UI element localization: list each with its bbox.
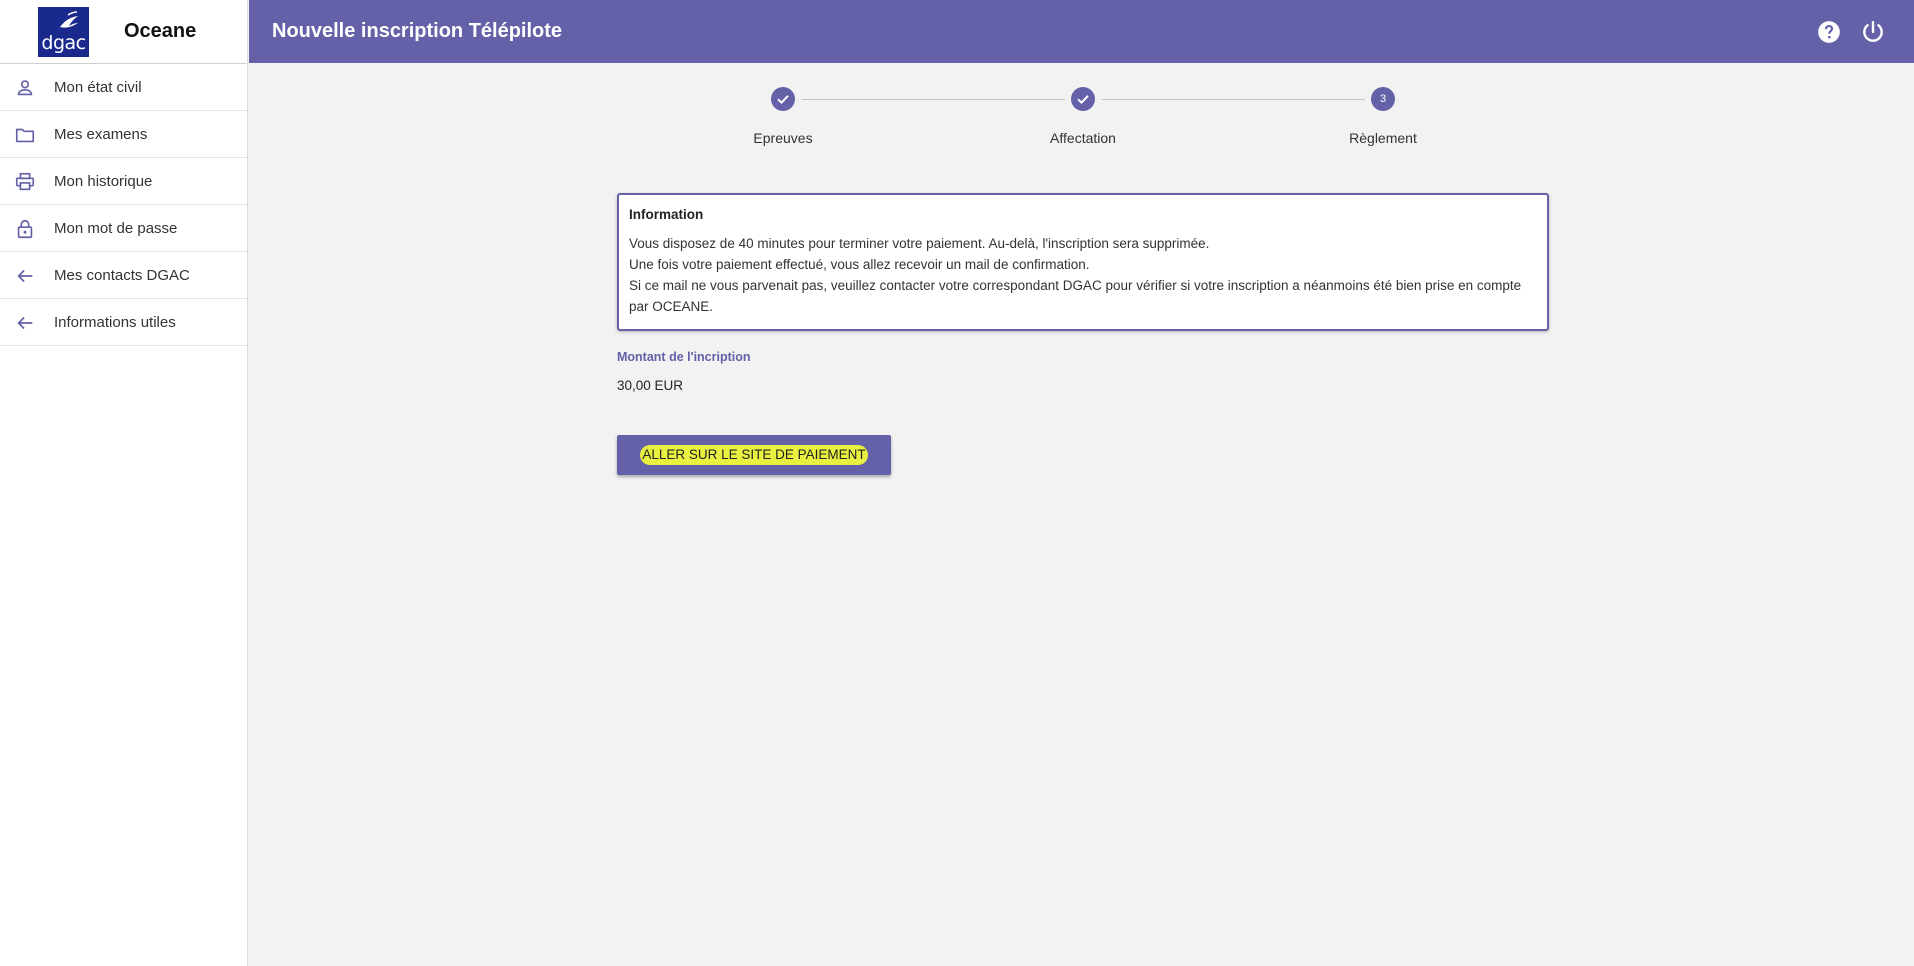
sidebar-item-label: Mon mot de passe	[54, 220, 178, 237]
check-icon	[1077, 95, 1089, 105]
dgac-logo[interactable]: dgac	[38, 7, 89, 57]
information-title: Information	[629, 207, 704, 222]
step-2-label[interactable]: Affectation	[983, 130, 1183, 146]
sidebar-item-etat-civil[interactable]: Mon état civil	[0, 64, 247, 111]
amount-label: Montant de l'incription	[617, 350, 751, 364]
sidebar-item-mot-de-passe[interactable]: Mon mot de passe	[0, 205, 247, 252]
sidebar-item-contacts-dgac[interactable]: Mes contacts DGAC	[0, 252, 247, 299]
sidebar-item-label: Mes examens	[54, 126, 148, 143]
sidebar-item-label: Mon état civil	[54, 79, 142, 96]
sidebar-header: dgac Oceane	[0, 0, 247, 64]
step-1-check[interactable]	[771, 87, 795, 111]
help-icon[interactable]	[1816, 19, 1842, 45]
step-2-check[interactable]	[1071, 87, 1095, 111]
sidebar-item-label: Mes contacts DGAC	[54, 267, 190, 284]
power-icon[interactable]	[1860, 19, 1886, 45]
printer-icon	[15, 172, 35, 191]
step-3-number[interactable]: 3	[1371, 87, 1395, 111]
sidebar-item-historique[interactable]: Mon historique	[0, 158, 247, 205]
check-icon	[777, 95, 789, 105]
step-connector	[802, 99, 1065, 100]
information-panel: Information Vous disposez de 40 minutes …	[617, 193, 1549, 331]
top-bar: Nouvelle inscription Télépilote	[249, 0, 1914, 63]
amount-value: 30,00 EUR	[617, 378, 684, 393]
step-1-label[interactable]: Epreuves	[683, 130, 883, 146]
information-line: Vous disposez de 40 minutes pour termine…	[629, 236, 1210, 251]
page-title: Nouvelle inscription Télépilote	[272, 20, 563, 42]
folder-icon	[15, 128, 35, 143]
information-line: Si ce mail ne vous parvenait pas, veuill…	[629, 278, 1522, 314]
step-connector	[1102, 99, 1365, 100]
sidebar-item-examens[interactable]: Mes examens	[0, 111, 247, 158]
person-icon	[17, 80, 33, 96]
arrow-left-icon	[17, 269, 33, 283]
sidebar-item-informations-utiles[interactable]: Informations utiles	[0, 299, 247, 346]
arrow-left-icon	[17, 316, 33, 330]
app-name: Oceane	[124, 20, 197, 42]
logo-text: dgac	[41, 32, 86, 54]
sidebar-item-label: Mon historique	[54, 173, 153, 190]
step-3-label[interactable]: Règlement	[1283, 130, 1483, 146]
lock-icon	[17, 219, 33, 239]
information-line: Une fois votre paiement effectué, vous a…	[629, 257, 1090, 272]
sidebar-item-label: Informations utiles	[54, 314, 176, 331]
go-to-payment-button-label: ALLER SUR LE SITE DE PAIEMENT	[640, 445, 868, 465]
stepper: Epreuves Affectation 3 Règlement	[249, 64, 1914, 164]
go-to-payment-button[interactable]: ALLER SUR LE SITE DE PAIEMENT	[617, 435, 891, 475]
sidebar: dgac Oceane Mon état civil Mes examens M…	[0, 0, 248, 966]
